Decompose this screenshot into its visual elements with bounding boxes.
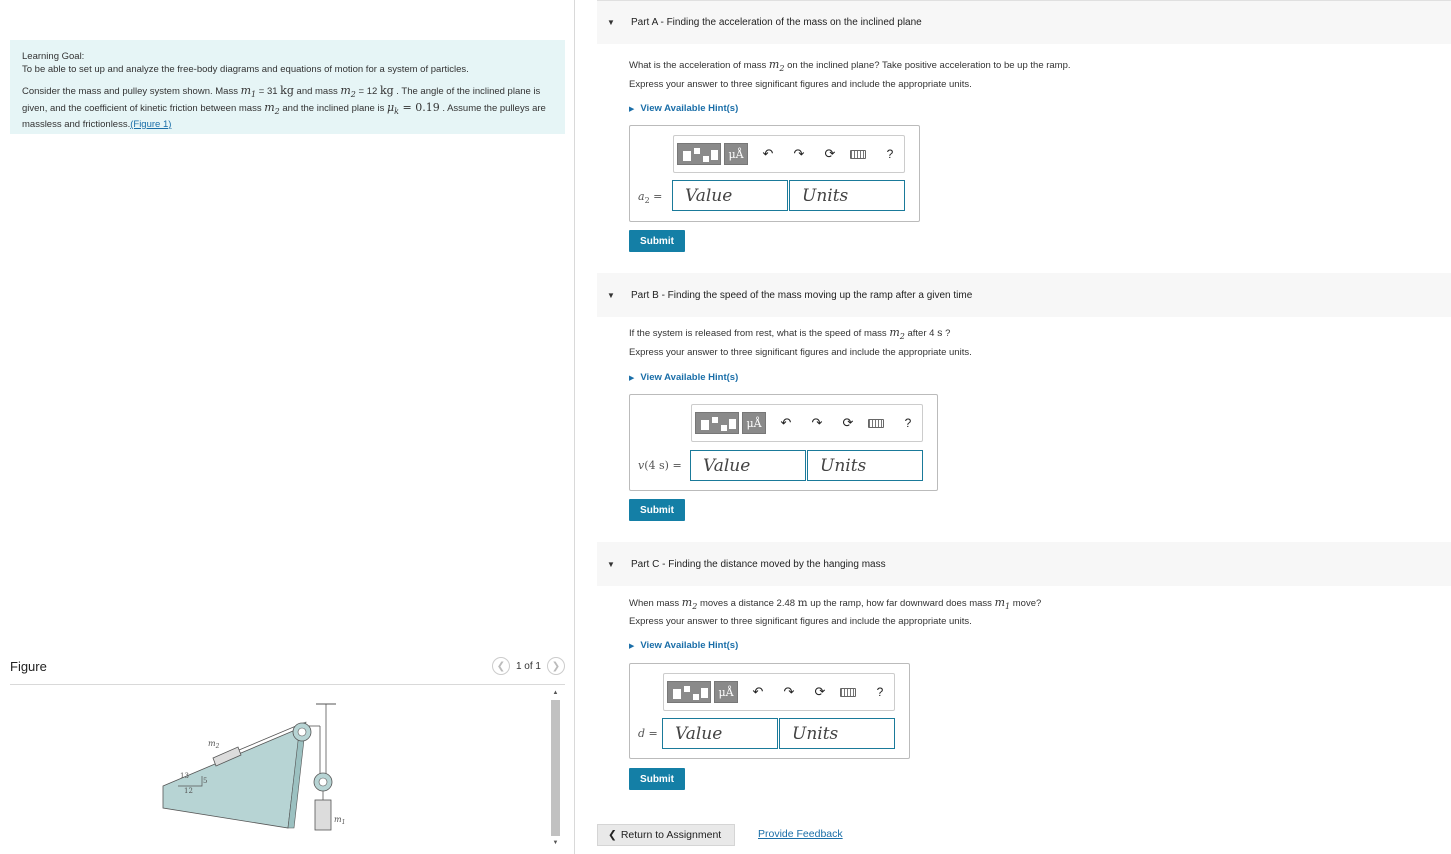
keyboard-icon[interactable] xyxy=(837,681,859,703)
part-c-units-input[interactable]: Units xyxy=(779,718,895,749)
part-a-answer-box: μÅ ↶ ↷ ⟳ ? a2 = Value Units xyxy=(629,125,920,222)
help-button[interactable]: ? xyxy=(869,681,891,703)
figure-image: 13 5 12 m2 m1 xyxy=(10,686,555,854)
part-c-title: Part C - Finding the distance moved by t… xyxy=(631,558,886,570)
keyboard-icon[interactable] xyxy=(865,412,887,434)
prev-figure-button[interactable]: ❮ xyxy=(491,657,510,675)
units-symbols-button[interactable]: μÅ xyxy=(714,681,738,703)
expand-triangle-icon: ▶ xyxy=(629,643,635,650)
templates-button[interactable] xyxy=(667,681,711,703)
undo-icon[interactable]: ↶ xyxy=(775,412,797,434)
part-a-question: What is the acceleration of mass m2 on t… xyxy=(629,58,1071,73)
reset-icon[interactable]: ⟳ xyxy=(819,143,841,165)
units-symbols-button[interactable]: μÅ xyxy=(742,412,766,434)
figure-page-count: 1 of 1 xyxy=(515,660,541,672)
part-a-value-input[interactable]: Value xyxy=(672,180,788,211)
collapse-caret-icon[interactable]: ▼ xyxy=(607,291,617,300)
part-b-question: If the system is released from rest, wha… xyxy=(629,326,951,341)
part-b-header[interactable]: ▼ Part B - Finding the speed of the mass… xyxy=(597,273,1451,317)
slope-opp-label: 5 xyxy=(203,777,207,785)
figure-header: Figure ❮ 1 of 1 ❯ xyxy=(10,655,565,685)
part-a-submit-button[interactable]: Submit xyxy=(629,230,685,252)
redo-icon[interactable]: ↷ xyxy=(788,143,810,165)
chevron-left-icon: ❮ xyxy=(608,829,617,841)
part-c-math-toolbar: μÅ ↶ ↷ ⟳ ? xyxy=(663,673,895,711)
undo-icon[interactable]: ↶ xyxy=(757,143,779,165)
scroll-up-icon[interactable]: ▲ xyxy=(551,688,560,698)
scroll-down-icon[interactable]: ▼ xyxy=(551,838,560,848)
part-c-answer-box: μÅ ↶ ↷ ⟳ ? d = Value Units xyxy=(629,663,910,759)
redo-icon[interactable]: ↷ xyxy=(778,681,800,703)
block-m1 xyxy=(314,799,332,831)
part-b-title: Part B - Finding the speed of the mass m… xyxy=(631,289,973,301)
pulley-system-diagram: 13 5 12 m2 m1 xyxy=(162,703,345,831)
figure-title: Figure xyxy=(10,659,47,674)
slope-adj-label: 12 xyxy=(184,787,193,795)
part-b-instructions: Express your answer to three significant… xyxy=(629,347,972,358)
figure-link[interactable]: (Figure 1) xyxy=(130,119,171,130)
help-button[interactable]: ? xyxy=(897,412,919,434)
templates-icon xyxy=(695,412,739,434)
part-c-variable-label: d = xyxy=(638,727,658,740)
figure-pager: ❮ 1 of 1 ❯ xyxy=(491,657,565,675)
return-to-assignment-button[interactable]: ❮ Return to Assignment xyxy=(597,824,735,846)
templates-icon xyxy=(667,681,711,703)
keyboard-icon[interactable] xyxy=(847,143,869,165)
part-b-value-input[interactable]: Value xyxy=(690,450,806,481)
reset-icon[interactable]: ⟳ xyxy=(809,681,831,703)
redo-icon[interactable]: ↷ xyxy=(806,412,828,434)
part-a-units-input[interactable]: Units xyxy=(789,180,905,211)
learning-goal-title: Learning Goal: xyxy=(22,51,85,62)
chevron-right-icon: ❯ xyxy=(551,660,561,672)
part-c-submit-button[interactable]: Submit xyxy=(629,768,685,790)
part-b-units-input[interactable]: Units xyxy=(807,450,923,481)
part-b-submit-button[interactable]: Submit xyxy=(629,499,685,521)
part-b-hint-link[interactable]: ▶ View Available Hint(s) xyxy=(629,372,738,383)
part-a-instructions: Express your answer to three significant… xyxy=(629,79,972,90)
collapse-caret-icon[interactable]: ▼ xyxy=(607,18,617,27)
learning-goal-text: To be able to set up and analyze the fre… xyxy=(22,64,469,75)
collapse-caret-icon[interactable]: ▼ xyxy=(607,560,617,569)
undo-icon[interactable]: ↶ xyxy=(747,681,769,703)
m2-label: m2 xyxy=(208,739,220,750)
part-c-value-input[interactable]: Value xyxy=(662,718,778,749)
expand-triangle-icon: ▶ xyxy=(629,375,635,382)
help-button[interactable]: ? xyxy=(879,143,901,165)
part-a-math-toolbar: μÅ ↶ ↷ ⟳ ? xyxy=(673,135,905,173)
part-a-variable-label: a2 = xyxy=(638,190,663,206)
left-pane: Learning Goal: To be able to set up and … xyxy=(0,0,575,854)
part-c-hint-link[interactable]: ▶ View Available Hint(s) xyxy=(629,640,738,651)
expand-triangle-icon: ▶ xyxy=(629,106,635,113)
part-a-hint-link[interactable]: ▶ View Available Hint(s) xyxy=(629,103,738,114)
scroll-thumb[interactable] xyxy=(551,700,560,836)
part-a-header[interactable]: ▼ Part A - Finding the acceleration of t… xyxy=(597,0,1451,44)
m1-label: m1 xyxy=(334,815,345,826)
part-b-math-toolbar: μÅ ↶ ↷ ⟳ ? xyxy=(691,404,923,442)
templates-button[interactable] xyxy=(695,412,739,434)
chevron-left-icon: ❮ xyxy=(496,660,506,672)
slope-hyp-label: 13 xyxy=(180,772,189,780)
figure-scrollbar[interactable]: ▲ ▼ xyxy=(548,688,562,850)
templates-icon xyxy=(677,143,721,165)
problem-description: Consider the mass and pulley system show… xyxy=(22,84,546,130)
units-symbols-button[interactable]: μÅ xyxy=(724,143,748,165)
templates-button[interactable] xyxy=(677,143,721,165)
part-c-instructions: Express your answer to three significant… xyxy=(629,616,972,627)
part-c-header[interactable]: ▼ Part C - Finding the distance moved by… xyxy=(597,542,1451,586)
part-a-title: Part A - Finding the acceleration of the… xyxy=(631,17,922,28)
reset-icon[interactable]: ⟳ xyxy=(837,412,859,434)
provide-feedback-link[interactable]: Provide Feedback xyxy=(758,828,843,840)
part-b-variable-label: v(4 s) = xyxy=(638,459,682,472)
next-figure-button[interactable]: ❯ xyxy=(547,657,565,675)
learning-goal-box: Learning Goal: To be able to set up and … xyxy=(10,40,565,134)
part-b-answer-box: μÅ ↶ ↷ ⟳ ? v(4 s) = Value Units xyxy=(629,394,938,491)
part-c-question: When mass m2 moves a distance 2.48 m up … xyxy=(629,596,1042,611)
